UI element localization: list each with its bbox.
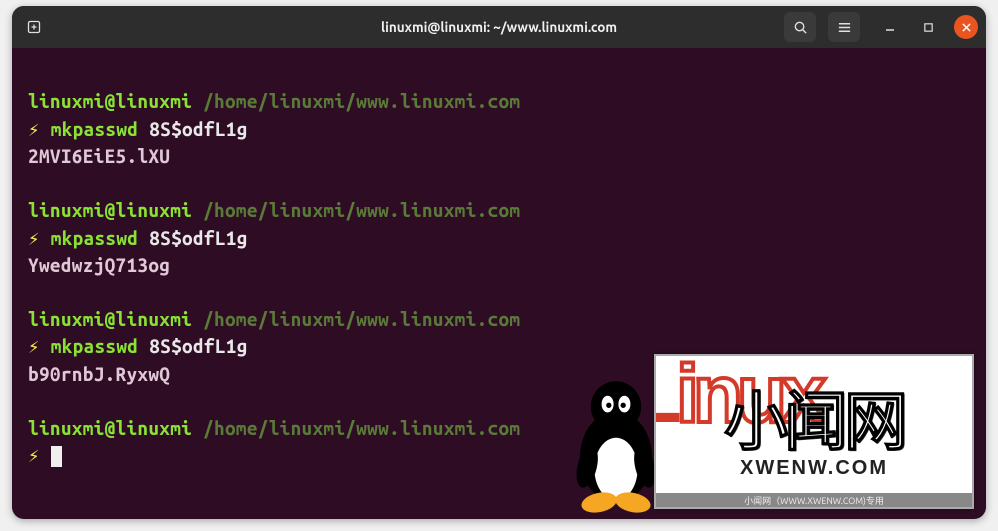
output-line: YwedwzjQ713og	[28, 252, 970, 280]
command: mkpasswd	[51, 335, 139, 357]
new-tab-icon	[27, 19, 43, 35]
watermark-domain: XWENW.COM	[740, 457, 888, 480]
command-arg: 8S$odfL1g	[149, 335, 247, 357]
close-button[interactable]	[954, 15, 978, 39]
menu-button[interactable]	[828, 12, 860, 42]
prompt-line: linuxmi@linuxmi /home/linuxmi/www.linuxm…	[28, 88, 970, 116]
window-title: linuxmi@linuxmi: ~/www.linuxmi.com	[381, 19, 617, 35]
close-icon	[961, 22, 972, 33]
watermark-chinese-text: 小闻网	[724, 371, 904, 463]
command-line: ⚡ mkpasswd 8S$odfL1g	[28, 116, 970, 144]
user-host: linuxmi@linuxmi	[28, 308, 192, 330]
terminal-window: linuxmi@linuxmi: ~/www.linuxmi.com	[12, 6, 986, 519]
command-line: ⚡ mkpasswd 8S$odfL1g	[28, 225, 970, 253]
user-host: linuxmi@linuxmi	[28, 417, 192, 439]
minimize-icon	[884, 21, 896, 33]
titlebar-left	[20, 12, 50, 42]
titlebar: linuxmi@linuxmi: ~/www.linuxmi.com	[12, 6, 986, 48]
command-arg: 8S$odfL1g	[149, 227, 247, 249]
maximize-button[interactable]	[916, 15, 940, 39]
prompt-symbol: ⚡	[28, 118, 40, 140]
command-arg: 8S$odfL1g	[149, 118, 247, 140]
prompt-symbol: ⚡	[28, 335, 40, 357]
titlebar-right	[784, 12, 978, 42]
cursor	[51, 446, 62, 467]
hamburger-icon	[837, 20, 852, 35]
search-icon	[793, 20, 808, 35]
prompt-line: linuxmi@linuxmi /home/linuxmi/www.linuxm…	[28, 197, 970, 225]
current-path: /home/linuxmi/www.linuxmi.com	[203, 308, 520, 330]
command: mkpasswd	[51, 118, 139, 140]
command: mkpasswd	[51, 227, 139, 249]
maximize-icon	[923, 22, 934, 33]
prompt-symbol: ⚡	[28, 444, 40, 466]
watermark-footer: 小闻网（WWW.XWENW.COM)专用	[656, 493, 972, 507]
user-host: linuxmi@linuxmi	[28, 199, 192, 221]
new-tab-button[interactable]	[20, 12, 50, 42]
current-path: /home/linuxmi/www.linuxmi.com	[203, 199, 520, 221]
watermark: Linux 小闻网 XWENW.COM 小闻网（WWW.XWENW.COM)专用	[654, 354, 974, 509]
current-path: /home/linuxmi/www.linuxmi.com	[203, 90, 520, 112]
user-host: linuxmi@linuxmi	[28, 90, 192, 112]
prompt-symbol: ⚡	[28, 227, 40, 249]
prompt-line: linuxmi@linuxmi /home/linuxmi/www.linuxm…	[28, 306, 970, 334]
window-controls	[878, 15, 978, 39]
current-path: /home/linuxmi/www.linuxmi.com	[203, 417, 520, 439]
search-button[interactable]	[784, 12, 816, 42]
output-line: 2MVI6EiE5.lXU	[28, 143, 970, 171]
minimize-button[interactable]	[878, 15, 902, 39]
